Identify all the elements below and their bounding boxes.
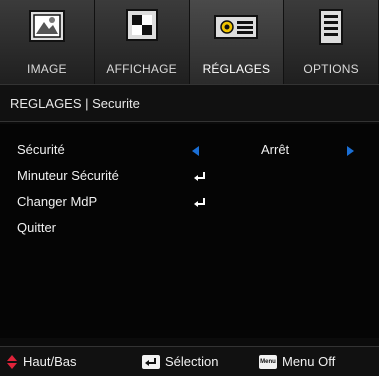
menu-item-changer-mdp[interactable]: Changer MdP (0, 190, 379, 214)
menu-item-securite[interactable]: Sécurité Arrêt (0, 138, 379, 162)
tab-reglages[interactable]: RÉGLAGES (189, 0, 285, 84)
menu-item-minuteur-label: Minuteur Sécurité (17, 168, 119, 183)
menu-item-minuteur-securite[interactable]: Minuteur Sécurité (0, 164, 379, 188)
tab-options[interactable]: OPTIONS (284, 0, 379, 84)
breadcrumb: REGLAGES | Securite (0, 84, 379, 122)
tab-image-label: IMAGE (27, 62, 67, 76)
enter-icon (194, 172, 205, 181)
tab-affichage-label: AFFICHAGE (106, 62, 177, 76)
tab-image[interactable]: IMAGE (0, 0, 95, 84)
menu-item-securite-value: Arrêt (261, 142, 290, 157)
tab-reglages-label: RÉGLAGES (202, 62, 271, 76)
menu-content: Sécurité Arrêt Minuteur Sécurité Changer… (0, 124, 379, 338)
image-icon (28, 10, 65, 42)
enter-icon (194, 198, 205, 207)
arrow-right-icon[interactable] (346, 145, 356, 157)
arrow-left-icon[interactable] (190, 145, 200, 157)
projector-settings-icon (214, 15, 259, 39)
tab-options-label: OPTIONS (303, 62, 359, 76)
menu-item-changer-mdp-label: Changer MdP (17, 194, 98, 209)
hint-select-label: Sélection (165, 354, 219, 369)
tab-bar: IMAGE AFFICHAGE RÉGLAGES OPTIONS (0, 0, 379, 84)
hint-up-down-label: Haut/Bas (23, 354, 77, 369)
footer-hints: Haut/Bas Sélection Menu Menu Off (0, 346, 379, 376)
menu-item-securite-label: Sécurité (17, 142, 65, 157)
hint-menu-off-label: Menu Off (282, 354, 336, 369)
hint-select: Sélection (142, 347, 218, 376)
menu-item-quitter-label: Quitter (17, 220, 57, 235)
menu-item-quitter[interactable]: Quitter (0, 216, 379, 240)
breadcrumb-text: REGLAGES | Securite (10, 95, 140, 111)
menu-key-icon: Menu (259, 354, 277, 369)
hint-up-down: Haut/Bas (6, 347, 76, 376)
hint-menu-off: Menu Menu Off (259, 347, 335, 376)
tab-affichage[interactable]: AFFICHAGE (94, 0, 190, 84)
up-down-arrow-icon (7, 354, 17, 369)
display-icon (125, 9, 158, 41)
enter-key-icon (142, 354, 160, 369)
options-list-icon (319, 9, 344, 45)
